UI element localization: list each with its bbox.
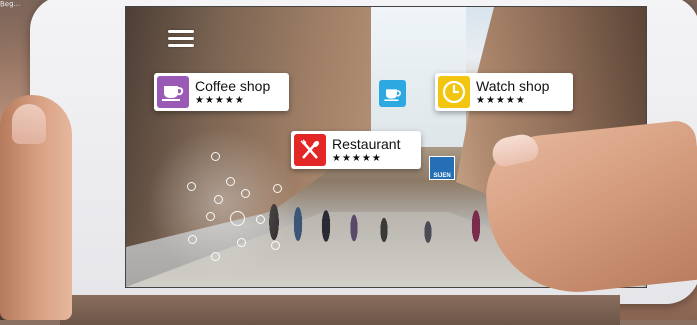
radar-point bbox=[237, 238, 246, 247]
clock-icon bbox=[438, 76, 470, 108]
poi-name: Coffee shop bbox=[195, 77, 271, 94]
poi-card-restaurant[interactable]: Restaurant ★★★★★ bbox=[291, 131, 421, 169]
poi-name: Restaurant bbox=[332, 135, 401, 152]
radar-point bbox=[271, 241, 280, 250]
poi-card-watch-shop[interactable]: Watch shop ★★★★★ bbox=[435, 73, 573, 111]
fork-knife-icon bbox=[294, 134, 326, 166]
street-sign: SIJEN bbox=[429, 156, 455, 180]
coffee-cup-icon bbox=[157, 76, 189, 108]
radar-point bbox=[206, 212, 215, 221]
radar-point bbox=[226, 177, 235, 186]
hamburger-menu-icon[interactable] bbox=[168, 30, 194, 48]
poi-rating-stars: ★★★★★ bbox=[476, 94, 526, 106]
poi-rating-stars: ★★★★★ bbox=[195, 94, 245, 106]
radar-user-position bbox=[230, 211, 245, 226]
radar-point bbox=[211, 252, 220, 261]
poi-name: Watch shop bbox=[476, 77, 550, 94]
radar-point bbox=[188, 235, 197, 244]
coffee-marker-icon[interactable] bbox=[379, 80, 406, 107]
radar-point bbox=[241, 189, 250, 198]
hand-bottom bbox=[60, 295, 620, 325]
poi-rating-stars: ★★★★★ bbox=[332, 152, 382, 164]
radar-point bbox=[214, 195, 223, 204]
radar-point bbox=[256, 215, 265, 224]
radar-point bbox=[187, 182, 196, 191]
left-thumbnail bbox=[12, 104, 46, 144]
radar-point bbox=[211, 152, 220, 161]
poi-card-coffee-shop[interactable]: Coffee shop ★★★★★ bbox=[154, 73, 289, 111]
watermark-text: Beg... bbox=[0, 0, 21, 9]
radar-map[interactable] bbox=[156, 152, 282, 272]
radar-point bbox=[273, 184, 282, 193]
